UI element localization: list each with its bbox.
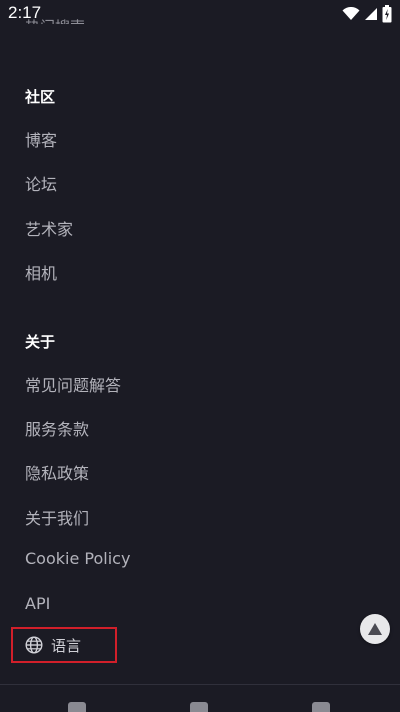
link-terms-of-service[interactable]: 服务条款 xyxy=(25,416,89,440)
link-about-us[interactable]: 关于我们 xyxy=(25,505,89,529)
link-privacy-policy[interactable]: 隐私政策 xyxy=(25,460,89,484)
link-faq[interactable]: 常见问题解答 xyxy=(25,372,121,396)
footer-divider xyxy=(0,684,400,685)
link-cookie-policy[interactable]: Cookie Policy xyxy=(25,549,130,568)
language-label: 语言 xyxy=(51,636,82,655)
section-heading-about: 关于 xyxy=(25,333,56,351)
twitter-icon[interactable] xyxy=(312,702,330,712)
link-forum[interactable]: 论坛 xyxy=(25,171,57,195)
scroll-to-top-button[interactable] xyxy=(360,614,390,644)
partial-menu-item[interactable]: 热门搜索 xyxy=(25,12,85,24)
instagram-icon[interactable] xyxy=(190,702,208,712)
wifi-icon xyxy=(342,7,360,20)
link-cameras[interactable]: 相机 xyxy=(25,260,57,284)
language-button[interactable]: 语言 xyxy=(11,627,117,663)
globe-icon xyxy=(25,636,43,654)
signal-icon xyxy=(365,8,377,20)
facebook-icon[interactable] xyxy=(68,702,86,712)
section-heading-community: 社区 xyxy=(25,88,56,106)
arrow-up-icon xyxy=(368,623,382,635)
status-icons xyxy=(342,4,392,24)
battery-icon xyxy=(382,5,392,23)
link-api[interactable]: API xyxy=(25,594,50,613)
link-artists[interactable]: 艺术家 xyxy=(25,216,73,240)
link-blog[interactable]: 博客 xyxy=(25,127,57,151)
